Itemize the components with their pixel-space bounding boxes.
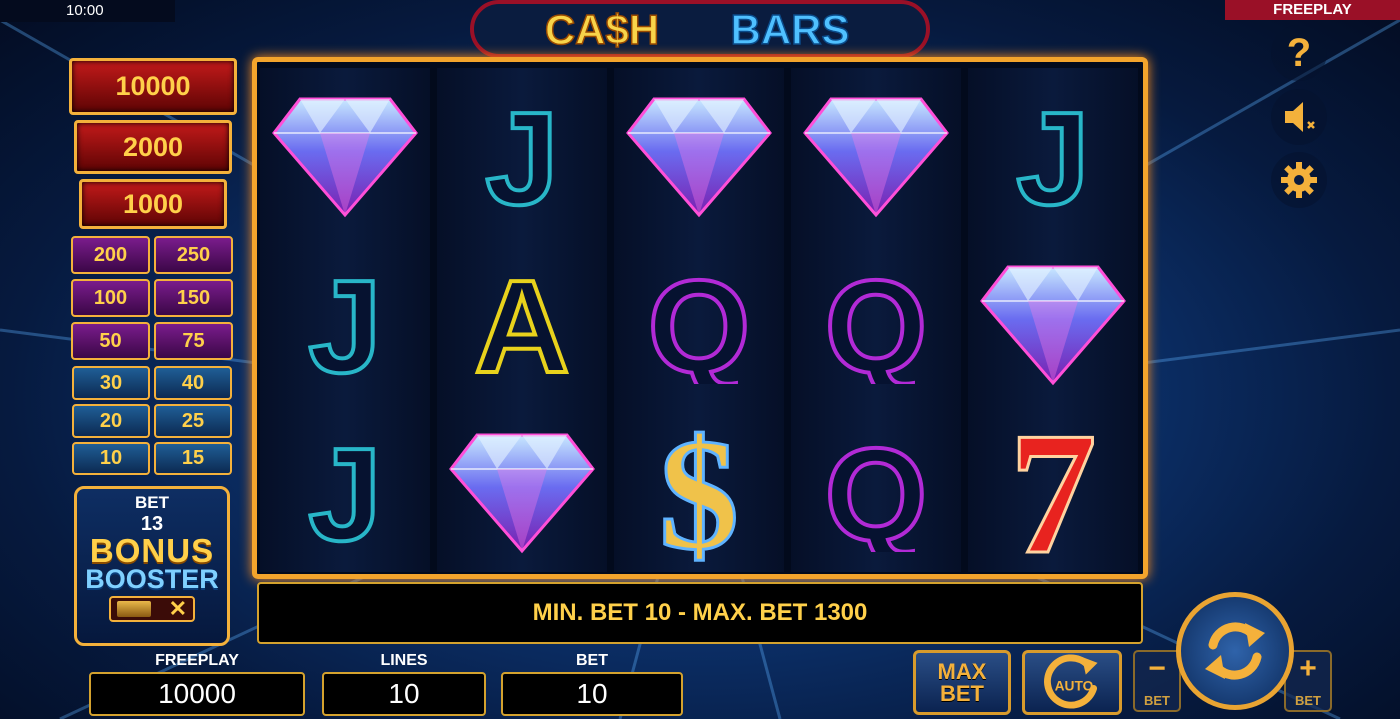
letter-j-symbol: J — [260, 236, 430, 401]
letter-a-symbol: A — [437, 236, 607, 401]
toggle-off-icon: ✕ — [168, 596, 187, 621]
paytable-value: 200 — [71, 236, 150, 274]
logo-bars: BARS — [730, 6, 849, 53]
autoplay-icon: AUTO — [1044, 654, 1098, 709]
spin-icon — [1205, 622, 1265, 680]
svg-text:J: J — [485, 86, 558, 216]
diamond-symbol — [791, 68, 961, 233]
dollar-symbol: $ — [614, 404, 784, 569]
paytable-jackpot-10000: 10000 — [69, 58, 237, 115]
letter-j-symbol: J — [260, 404, 430, 569]
sound-toggle-button[interactable] — [1271, 89, 1327, 145]
help-button[interactable]: ? — [1271, 25, 1327, 81]
paytable-value: 30 — [72, 366, 150, 400]
max-bet-label-1: MAX — [937, 658, 987, 684]
letter-q-symbol: Q — [791, 236, 961, 401]
paytable-value: 10 — [72, 442, 150, 475]
svg-text:Q: Q — [648, 254, 751, 384]
game-logo: CA$H BARS — [470, 0, 930, 58]
bet-decrease-button[interactable]: − BET — [1133, 650, 1181, 712]
bonus-booster-panel: BET 13 BONUS BOOSTER ✕ — [74, 486, 230, 646]
paytable-value: 20 — [72, 404, 150, 438]
svg-text:J: J — [1016, 86, 1089, 216]
freeplay-balance: 10000 — [89, 672, 305, 716]
diamond-symbol — [968, 236, 1138, 401]
lines-value: 10 — [322, 672, 486, 716]
sound-muted-icon — [1285, 102, 1315, 132]
paytable-jackpot-1000: 1000 — [79, 179, 227, 229]
minus-icon: − — [1148, 652, 1166, 685]
letter-j-symbol: J — [968, 68, 1138, 233]
bonus-booster-toggle[interactable]: ✕ — [109, 596, 195, 622]
letter-j-symbol: J — [437, 68, 607, 233]
reel-1: JJ — [260, 68, 430, 572]
max-bet-label-2: BET — [940, 680, 984, 706]
svg-text:Q: Q — [825, 422, 928, 552]
paytable-value: 40 — [154, 366, 232, 400]
reel-4: QQ — [791, 68, 961, 572]
paytable-value: 75 — [154, 322, 233, 360]
toggle-knob — [117, 601, 151, 617]
clock: 10:00 — [0, 0, 175, 22]
svg-text:Q: Q — [825, 254, 928, 384]
paytable-value: 100 — [71, 279, 150, 317]
max-bet-button[interactable]: MAX BET — [913, 650, 1011, 715]
lines-label: LINES — [380, 652, 428, 669]
svg-text:J: J — [308, 422, 381, 552]
reel-2: JA — [437, 68, 607, 572]
seven-symbol: 7 — [968, 404, 1138, 569]
logo-cash: CA$H — [545, 6, 659, 53]
bonus-title: BONUS — [89, 532, 215, 569]
gear-icon — [1281, 162, 1317, 198]
letter-q-symbol: Q — [614, 236, 784, 401]
reels-area: JJ JA Q $ QQ J7 — [252, 57, 1148, 579]
diamond-symbol — [260, 68, 430, 233]
plus-icon: + — [1299, 652, 1317, 685]
paytable-value: 250 — [154, 236, 233, 274]
booster-title: BOOSTER — [85, 564, 219, 594]
svg-text:J: J — [308, 254, 381, 384]
diamond-symbol — [614, 68, 784, 233]
svg-text:7: 7 — [1009, 412, 1097, 562]
paytable-value: 25 — [154, 404, 232, 438]
bet-value: 10 — [501, 672, 683, 716]
paytable-value: 15 — [154, 442, 232, 475]
svg-text:A: A — [474, 254, 569, 384]
reel-3: Q $ — [614, 68, 784, 572]
bet-decrease-label: BET — [1144, 693, 1170, 708]
paytable-value: 50 — [71, 322, 150, 360]
bet-label: BET — [576, 652, 608, 669]
freeplay-mode-badge: FREEPLAY — [1225, 0, 1400, 20]
bet-limits-message: MIN. BET 10 - MAX. BET 1300 — [257, 582, 1143, 644]
paytable-jackpot-2000: 2000 — [74, 120, 232, 174]
spin-button[interactable] — [1176, 592, 1294, 710]
bet-increase-label: BET — [1295, 693, 1321, 708]
bonus-bet-label: BET — [135, 493, 169, 512]
svg-text:$: $ — [659, 412, 739, 562]
letter-q-symbol: Q — [791, 404, 961, 569]
paytable-value: 150 — [154, 279, 233, 317]
freeplay-label: FREEPLAY — [155, 652, 239, 669]
reel-5: J7 — [968, 68, 1138, 572]
diamond-symbol — [437, 404, 607, 569]
autoplay-button[interactable]: AUTO — [1022, 650, 1122, 715]
autoplay-label: AUTO — [1055, 678, 1094, 693]
settings-button[interactable] — [1271, 152, 1327, 208]
help-icon: ? — [1286, 30, 1312, 75]
